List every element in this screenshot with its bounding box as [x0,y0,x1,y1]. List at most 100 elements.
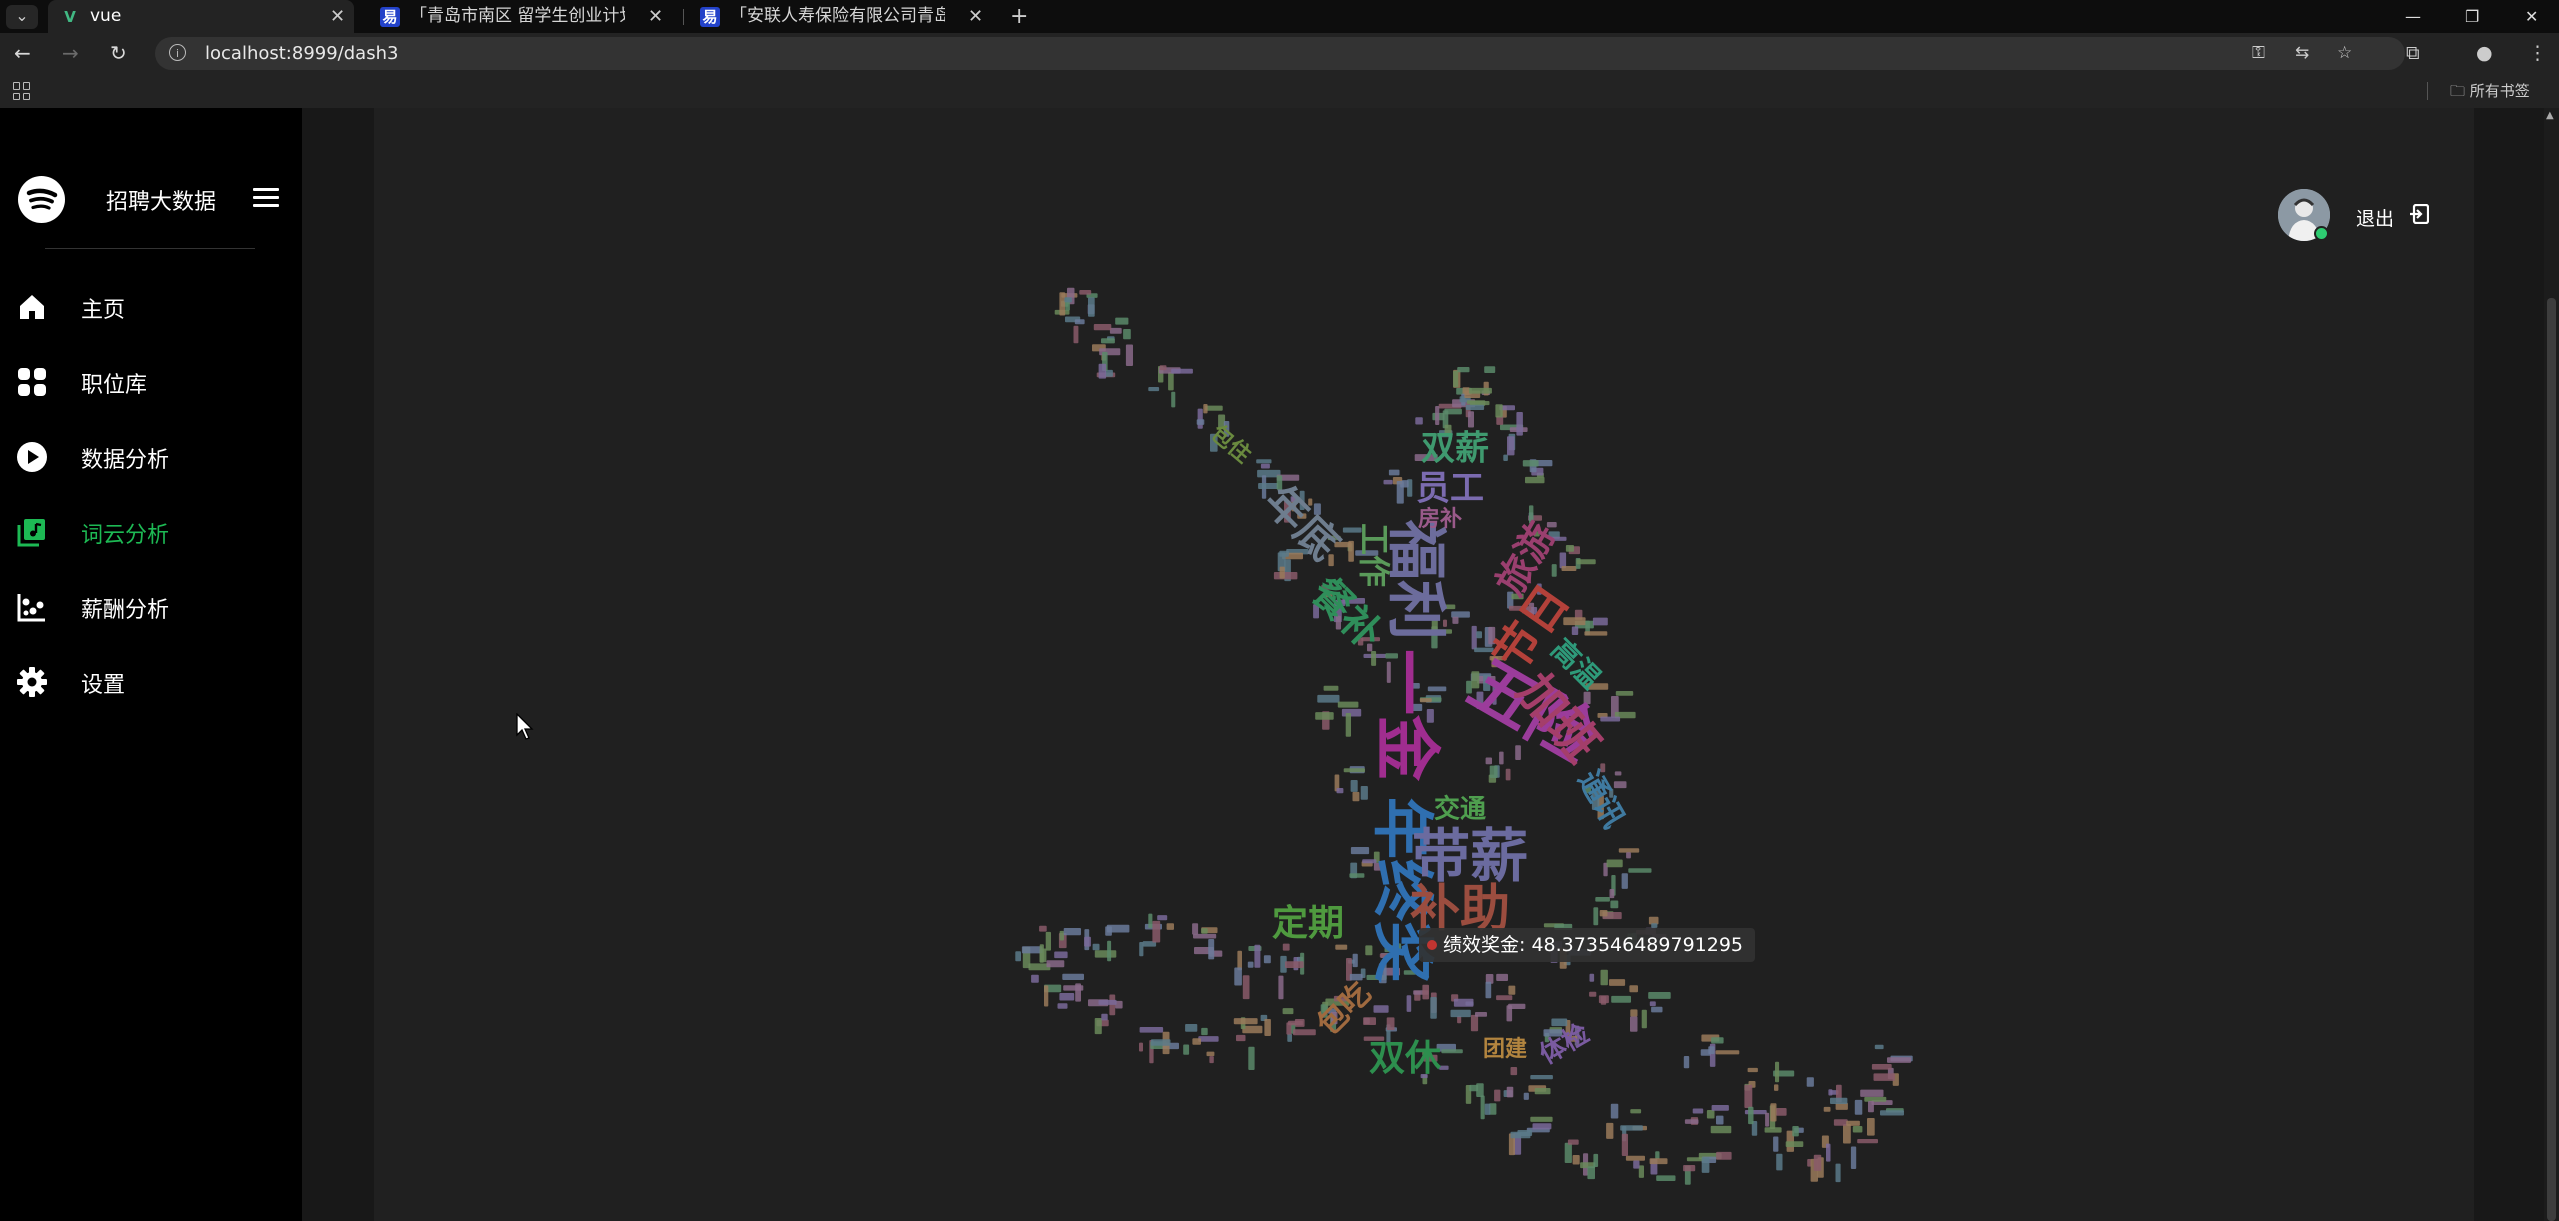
wordcloud-minor-word [1706,1110,1715,1119]
wordcloud-tooltip: 绩效奖金: 48.373546489791295 [1419,928,1756,962]
wordcloud-word[interactable]: 团建 [1483,1037,1527,1062]
wordcloud-word[interactable]: 双休 [1369,1038,1442,1079]
wordcloud-minor-word [1198,1036,1219,1042]
wordcloud-minor-word [1506,1086,1514,1098]
wordcloud-word[interactable]: 双薪 [1421,429,1489,469]
wordcloud-minor-word [1516,412,1523,436]
wordcloud-minor-word [1469,401,1490,406]
wordcloud-chart: 五险一金年终奖带薪补助福利 节日加班餐补双休定期交通员工双薪年底 工作高温旅游团建体… [1015,287,1913,1185]
wordcloud-minor-word [1015,951,1021,962]
wordcloud-minor-word [1475,1012,1487,1017]
wordcloud-minor-word [1098,999,1117,1005]
wordcloud-minor-word [1716,1151,1732,1160]
wordcloud-word[interactable]: 包吃 [1311,976,1378,1043]
wordcloud-minor-word [1692,1108,1704,1114]
wordcloud-minor-word [1476,631,1482,639]
wordcloud-minor-word [1576,559,1596,565]
wordcloud-word[interactable]: 员工 [1416,469,1484,509]
wordcloud-minor-word [1835,1163,1841,1183]
wordcloud-minor-word [1484,366,1496,373]
wordcloud-word[interactable]: 通讯 [1571,765,1631,834]
wordcloud-minor-word [1510,1131,1531,1139]
wordcloud-minor-word [1171,368,1193,374]
wordcloud-minor-word [1744,1084,1753,1108]
wordcloud-minor-word [1716,1115,1724,1125]
wordcloud-minor-word [1201,1027,1208,1036]
wordcloud-word[interactable]: 定期 [1272,903,1344,944]
wordcloud-minor-word [1565,545,1574,552]
wordcloud-minor-word [1183,1044,1190,1055]
wordcloud-minor-word [1430,997,1437,1019]
wordcloud-minor-word [1094,950,1117,958]
wordcloud-minor-word [1088,297,1095,317]
wordcloud-minor-word [1489,765,1498,778]
wordcloud-minor-word [1157,915,1168,921]
wordcloud-minor-word [1264,1019,1271,1036]
wordcloud-minor-word [1263,955,1271,964]
wordcloud-minor-word [1373,1005,1389,1013]
wordcloud-minor-word [1039,944,1044,963]
wordcloud-minor-word [1336,788,1344,794]
wordcloud-minor-word [1352,791,1360,802]
wordcloud-minor-word [1833,1119,1848,1126]
wordcloud-word[interactable]: 交通 [1434,794,1486,825]
wordcloud-minor-word [1626,852,1631,859]
wordcloud-minor-word [1159,365,1167,371]
wordcloud-minor-word [1592,617,1608,626]
wordcloud-minor-word [1273,572,1298,580]
wordcloud-minor-word [1435,406,1440,425]
wordcloud-word[interactable]: 一金 [1368,649,1445,782]
wordcloud-minor-word [1813,1154,1822,1171]
wordcloud-minor-word [1857,1139,1878,1144]
wordcloud-minor-word [1826,1143,1831,1162]
wordcloud-minor-word [1396,481,1404,504]
wordcloud-minor-word [1469,1084,1479,1092]
wordcloud-minor-word [1451,611,1470,618]
wordcloud-minor-word [1341,708,1362,717]
wordcloud-minor-word [1201,928,1208,934]
wordcloud-word[interactable]: 包住 [1205,420,1255,468]
wordcloud-minor-word [1599,910,1608,917]
wordcloud-minor-word [1021,946,1043,954]
wordcloud-minor-word [1854,1099,1863,1115]
wordcloud-minor-word [1348,540,1354,562]
wordcloud-minor-word [1600,969,1608,986]
wordcloud-minor-word [1625,1155,1645,1161]
tooltip-value: 48.373546489791295 [1531,934,1744,956]
wordcloud-minor-word [1792,1126,1799,1137]
wordcloud-minor-word [1630,1009,1638,1017]
wordcloud-minor-word [1079,290,1092,295]
wordcloud-minor-word [1282,1008,1294,1015]
wordcloud-minor-word [1062,973,1084,980]
wordcloud-minor-word [1629,985,1638,993]
wordcloud-minor-word [1684,1119,1699,1124]
wordcloud-minor-word [1656,1175,1676,1181]
wordcloud-minor-word [1621,873,1628,889]
wordcloud-minor-word [1057,1003,1068,1009]
wordcloud-minor-word [1852,1126,1863,1133]
wordcloud-minor-word [1484,1103,1491,1115]
wordcloud-minor-word [1064,297,1072,303]
wordcloud-minor-word [1150,1039,1171,1046]
wordcloud-word[interactable]: 房补 [1418,506,1462,532]
wordcloud-minor-word [1773,1136,1779,1152]
wordcloud-word[interactable]: 年底 [1255,476,1349,570]
wordcloud-minor-word [1046,960,1065,968]
wordcloud-minor-word [1337,701,1359,708]
wordcloud-minor-word [1441,1049,1463,1054]
wordcloud-minor-word [1470,1014,1479,1032]
wordcloud-minor-word [1638,1165,1644,1178]
wordcloud-minor-word [1254,944,1261,968]
wordcloud-minor-word [1317,694,1340,703]
wordcloud-minor-word [1196,419,1205,425]
wordcloud-minor-word [1701,1157,1710,1173]
wordcloud-minor-word [1044,985,1049,1007]
wordcloud-minor-word [1708,1046,1715,1055]
wordcloud-minor-word [1206,1051,1215,1057]
wordcloud-word[interactable]: 工作 [1355,523,1393,587]
wordcloud-minor-word [1846,1120,1860,1126]
wordcloud-minor-word [1584,631,1608,636]
wordcloud-minor-word [1352,953,1358,968]
wordcloud-minor-word [1422,984,1429,1000]
wordcloud-minor-word [1649,1001,1656,1007]
